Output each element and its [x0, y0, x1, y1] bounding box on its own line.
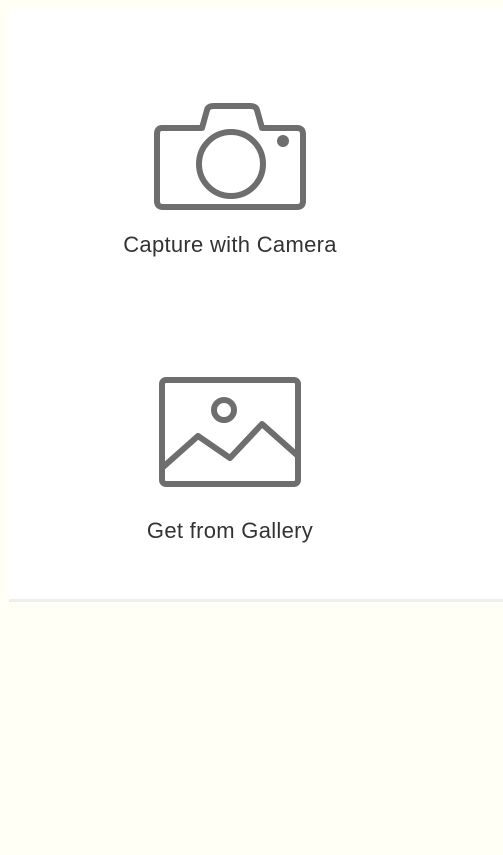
get-from-gallery-option[interactable]: Get from Gallery [9, 288, 469, 578]
empty-background-area [0, 602, 503, 855]
capture-with-camera-label: Capture with Camera [123, 232, 337, 257]
get-from-gallery-label: Get from Gallery [146, 518, 314, 543]
camera-icon [154, 103, 306, 210]
photo-source-screen: Capture with Camera Get from Gallery [0, 0, 503, 855]
photo-source-sheet: Capture with Camera Get from Gallery [9, 8, 503, 602]
capture-with-camera-option[interactable]: Capture with Camera [9, 8, 469, 288]
image-icon [159, 377, 301, 487]
